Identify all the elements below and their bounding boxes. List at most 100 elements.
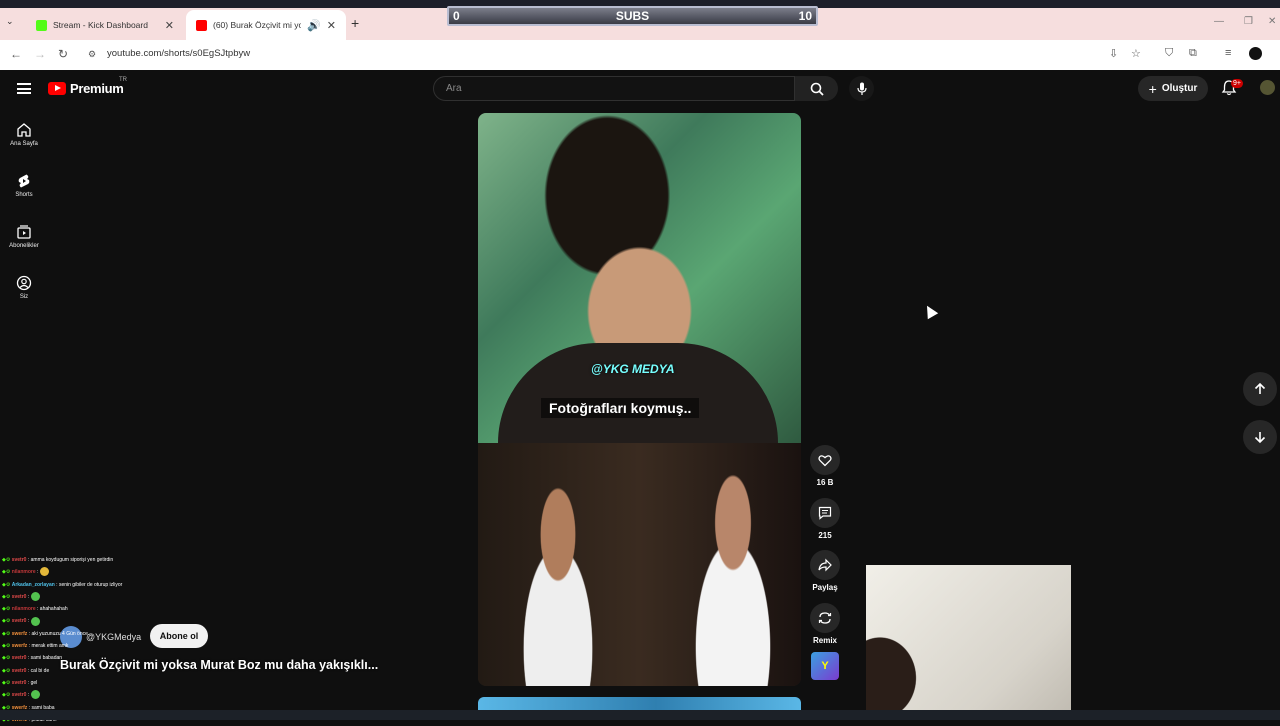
video-watermark-caption: @YKG MEDYA <box>591 362 675 376</box>
profile-avatar[interactable] <box>1249 47 1262 60</box>
youtube-header: Premium TR Ara + Oluştur 9+ <box>0 70 1280 108</box>
sidebar-item-label: Shorts <box>15 192 33 198</box>
remix-button[interactable]: Remix <box>810 603 840 645</box>
new-tab-button[interactable]: + <box>351 15 359 31</box>
tab-search-icon[interactable]: ⌄ <box>6 16 14 27</box>
close-tab-icon[interactable]: ✕ <box>165 19 174 32</box>
create-button[interactable]: + Oluştur <box>1138 76 1208 101</box>
chat-separator: : <box>26 692 31 699</box>
chat-username: nilanmore <box>11 569 36 576</box>
sidebar-item-label: Ana Sayfa <box>10 141 38 147</box>
chat-emote-icon <box>30 616 40 626</box>
sidebar-item-you[interactable]: Siz <box>0 275 48 300</box>
back-icon[interactable]: ← <box>10 47 22 61</box>
search-icon <box>810 82 824 96</box>
you-icon <box>16 275 32 291</box>
account-avatar[interactable] <box>1260 80 1275 95</box>
mouse-cursor <box>921 302 939 320</box>
shorts-icon <box>18 174 30 188</box>
menu-icon[interactable] <box>17 83 31 94</box>
chat-username: svetr0 <box>11 557 27 563</box>
chat-message: ◆⚙ svetr0 : amma koydugum siporişi yen g… <box>2 554 202 566</box>
search-input[interactable]: Ara <box>433 76 795 101</box>
install-icon[interactable]: ⇩ <box>1109 47 1118 60</box>
youtube-premium-logo[interactable]: Premium TR <box>48 77 127 96</box>
remix-icon <box>818 612 832 624</box>
streamer-silhouette <box>866 615 936 720</box>
close-tab-icon[interactable]: ✕ <box>327 19 336 32</box>
voice-search-button[interactable] <box>849 76 874 101</box>
url-field[interactable]: youtube.com/shorts/s0EgSJtpbyw <box>107 48 250 59</box>
speaker-icon[interactable]: 🔊 <box>307 19 321 32</box>
comment-count: 215 <box>818 531 832 540</box>
reload-icon[interactable]: ↻ <box>58 47 68 61</box>
chat-message: ◆⚙ Arkadan_zorlayan : senin gibiler de o… <box>2 579 202 591</box>
chat-username: swerfz <box>11 643 28 650</box>
chat-username: svetr0 <box>11 655 27 662</box>
tab-kick-dashboard[interactable]: Stream - Kick Dashboard ✕ <box>26 10 184 40</box>
next-short-button[interactable] <box>1243 420 1277 454</box>
chat-text: sami babadan <box>30 655 63 662</box>
like-button[interactable]: 16 B <box>810 445 840 487</box>
comments-button[interactable]: 215 <box>810 498 840 540</box>
share-label: Paylaş <box>812 583 838 592</box>
stream-chat-overlay: ◆⚙ svetr0 : amma koydugum siporişi yen g… <box>2 554 202 726</box>
chat-emote-icon <box>30 690 40 700</box>
chat-badge-icon: ◆⚙ <box>2 679 12 686</box>
chat-badge-icon: ◆⚙ <box>2 630 12 637</box>
sound-thumbnail[interactable]: Y <box>811 652 839 680</box>
chat-message: ◆⚙ nilanmore : <box>2 566 202 578</box>
restore-icon[interactable]: ❐ <box>1244 16 1253 27</box>
sidebar-item-label: Siz <box>19 294 29 300</box>
chat-badge-icon: ◆⚙ <box>2 618 12 625</box>
shield-icon[interactable]: ⛉ <box>1165 47 1173 60</box>
sidebar-item-home[interactable]: Ana Sayfa <box>0 122 48 147</box>
chat-username: svetr0 <box>11 593 27 600</box>
sidebar-item-subscriptions[interactable]: Abonelikler <box>0 224 48 249</box>
tab-youtube[interactable]: (60) Burak Özçivit mi yoksa 🔊 ✕ <box>186 10 346 40</box>
extensions-icon[interactable]: ⧉ <box>1189 47 1197 60</box>
forward-icon[interactable]: → <box>34 47 46 61</box>
like-count: 16 B <box>816 478 834 487</box>
chat-separator: : <box>26 618 31 625</box>
chat-emote-icon <box>30 592 40 602</box>
chat-badge-icon: ◆⚙ <box>2 692 12 699</box>
region-code: TR <box>119 77 127 83</box>
chat-badge-icon: ◆⚙ <box>2 643 12 650</box>
media-controls-icon[interactable]: ≡ <box>1225 47 1231 59</box>
chat-text: amma koydugum siporişi yen getirdin <box>30 557 114 563</box>
youtube-play-icon <box>48 82 66 95</box>
plus-icon: + <box>1148 80 1157 97</box>
video-person-right <box>668 463 798 686</box>
chat-badge-icon: ◆⚙ <box>2 606 12 613</box>
share-arrow-icon <box>818 558 832 572</box>
previous-short-button[interactable] <box>1243 372 1277 406</box>
microphone-icon <box>856 82 867 95</box>
chat-message: ◆⚙ svetr0 : cal bi de <box>2 665 202 677</box>
minimize-icon[interactable]: — <box>1214 16 1224 27</box>
home-icon <box>17 123 31 137</box>
chat-message: ◆⚙ svetr0 : <box>2 615 202 627</box>
chat-text: cal bi de <box>30 667 50 674</box>
share-button[interactable]: Paylaş <box>810 550 840 592</box>
video-person-left <box>498 473 618 686</box>
close-window-icon[interactable]: ✕ <box>1268 16 1276 27</box>
chat-message: ◆⚙ swerfz : aki yuzunuzu 4 Gün önce... <box>2 628 202 640</box>
sidebar-item-shorts[interactable]: Shorts <box>0 173 48 198</box>
chat-text: ahahahahah <box>39 606 68 613</box>
chat-username: Arkadan_zorlayan <box>11 581 55 588</box>
chat-message: ◆⚙ svetr0 : <box>2 689 202 701</box>
chat-username: nilanmore <box>11 606 36 613</box>
chat-badge-icon: ◆⚙ <box>2 655 12 662</box>
bookmark-star-icon[interactable]: ☆ <box>1131 47 1141 60</box>
tab-title: (60) Burak Özçivit mi yoksa <box>213 20 302 30</box>
video-frame-top <box>478 113 801 463</box>
chat-text: merak ettim amk <box>31 643 69 650</box>
site-info-icon[interactable]: ⚙ <box>88 49 96 60</box>
video-subtitle: Fotoğrafları koymuş.. <box>541 398 700 418</box>
chat-text: aki yuzunuzu 4 Gün önce... <box>31 630 93 637</box>
kick-favicon-icon <box>36 19 47 31</box>
chat-username: svetr0 <box>11 618 27 625</box>
chat-badge-icon: ◆⚙ <box>2 667 12 674</box>
search-button[interactable] <box>795 76 838 101</box>
